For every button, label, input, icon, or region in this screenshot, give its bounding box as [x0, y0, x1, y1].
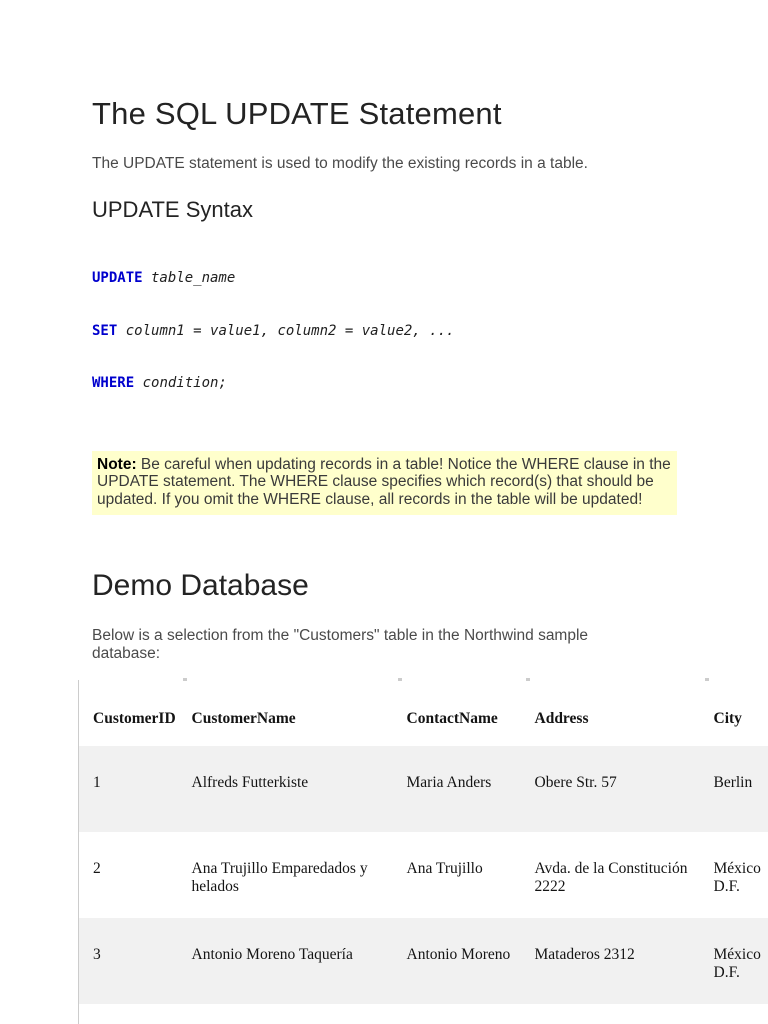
section-heading-update-syntax: UPDATE Syntax	[92, 197, 253, 222]
table-cell: México D.F.	[713, 860, 761, 895]
table-cell: 1	[93, 774, 101, 791]
table-cell: 120 Hanover Sq.	[526, 1004, 706, 1024]
sql-keyword: WHERE	[92, 375, 135, 391]
column-border-tick	[526, 678, 530, 681]
table-cell: Alfreds Futterkiste	[191, 774, 309, 791]
table-cell: London	[705, 1004, 768, 1024]
table-cell: 4	[78, 1004, 184, 1024]
sql-identifier: column1 = value1, column2 = value2, ...	[117, 322, 455, 339]
demo-intro-paragraph: Below is a selection from the "Customers…	[92, 627, 589, 662]
customers-table-region: CustomerID CustomerName ContactName Addr…	[78, 678, 768, 1024]
table-cell: Antonio Moreno Taquería	[191, 946, 353, 963]
column-border-tick	[705, 678, 709, 681]
sql-keyword: SET	[92, 322, 118, 339]
column-border-tick	[398, 678, 402, 681]
column-border-tick	[183, 678, 187, 681]
table-cell: México D.F.	[713, 946, 761, 981]
table-row: 2 Ana Trujillo Emparedados y helados Ana…	[78, 832, 768, 918]
table-row: 1 Alfreds Futterkiste Maria Anders Obere…	[78, 746, 768, 832]
warning-note: Note: Be careful when updating records i…	[92, 450, 677, 515]
sql-code-block: UPDATE table_name SET column1 = value1, …	[92, 235, 768, 428]
table-cell: 2	[93, 860, 101, 877]
column-header: ContactName	[406, 710, 498, 727]
table-cell: Mataderos 2312	[534, 946, 635, 963]
column-header: City	[713, 710, 742, 727]
code-line: SET column1 = value1, column2 = value2, …	[92, 323, 768, 341]
table-cell: 3	[93, 946, 101, 963]
table-header-row: CustomerID CustomerName ContactName Addr…	[78, 680, 768, 746]
table-cell: Around the Horn	[183, 1004, 399, 1024]
note-text: Be careful when updating records in a ta…	[97, 455, 671, 508]
table-cell: Obere Str. 57	[534, 774, 617, 791]
page-title: The SQL UPDATE Statement	[92, 96, 502, 131]
table-cell: Antonio Moreno	[406, 946, 511, 963]
table-row: 3 Antonio Moreno Taquería Antonio Moreno…	[78, 918, 768, 1004]
table-cell: Maria Anders	[406, 774, 492, 791]
column-header: CustomerID	[93, 710, 176, 727]
note-label: Note:	[97, 455, 137, 473]
intro-paragraph: The UPDATE statement is used to modify t…	[92, 155, 588, 172]
column-header: Address	[534, 710, 589, 727]
table-cell: Berlin	[713, 774, 753, 791]
section-heading-demo-database: Demo Database	[92, 569, 309, 602]
table-cell: Ana Trujillo	[406, 860, 483, 877]
customers-table: CustomerID CustomerName ContactName Addr…	[78, 680, 768, 1024]
sql-keyword: UPDATE	[92, 270, 143, 286]
table-cell: Ana Trujillo Emparedados y helados	[191, 860, 368, 895]
sql-identifier: table_name	[142, 270, 236, 286]
table-cell: Avda. de la Constitución 2222	[534, 860, 688, 895]
document-page: The SQL UPDATE Statement The UPDATE stat…	[0, 0, 768, 1024]
code-line: WHERE condition;	[92, 375, 768, 393]
column-header: CustomerName	[191, 710, 296, 727]
code-line: UPDATE table_name	[92, 270, 768, 288]
sql-identifier: condition;	[134, 375, 227, 391]
table-cell: Thomas Hardy	[398, 1004, 527, 1024]
table-row: 4 Around the Horn Thomas Hardy 120 Hanov…	[78, 1004, 768, 1024]
